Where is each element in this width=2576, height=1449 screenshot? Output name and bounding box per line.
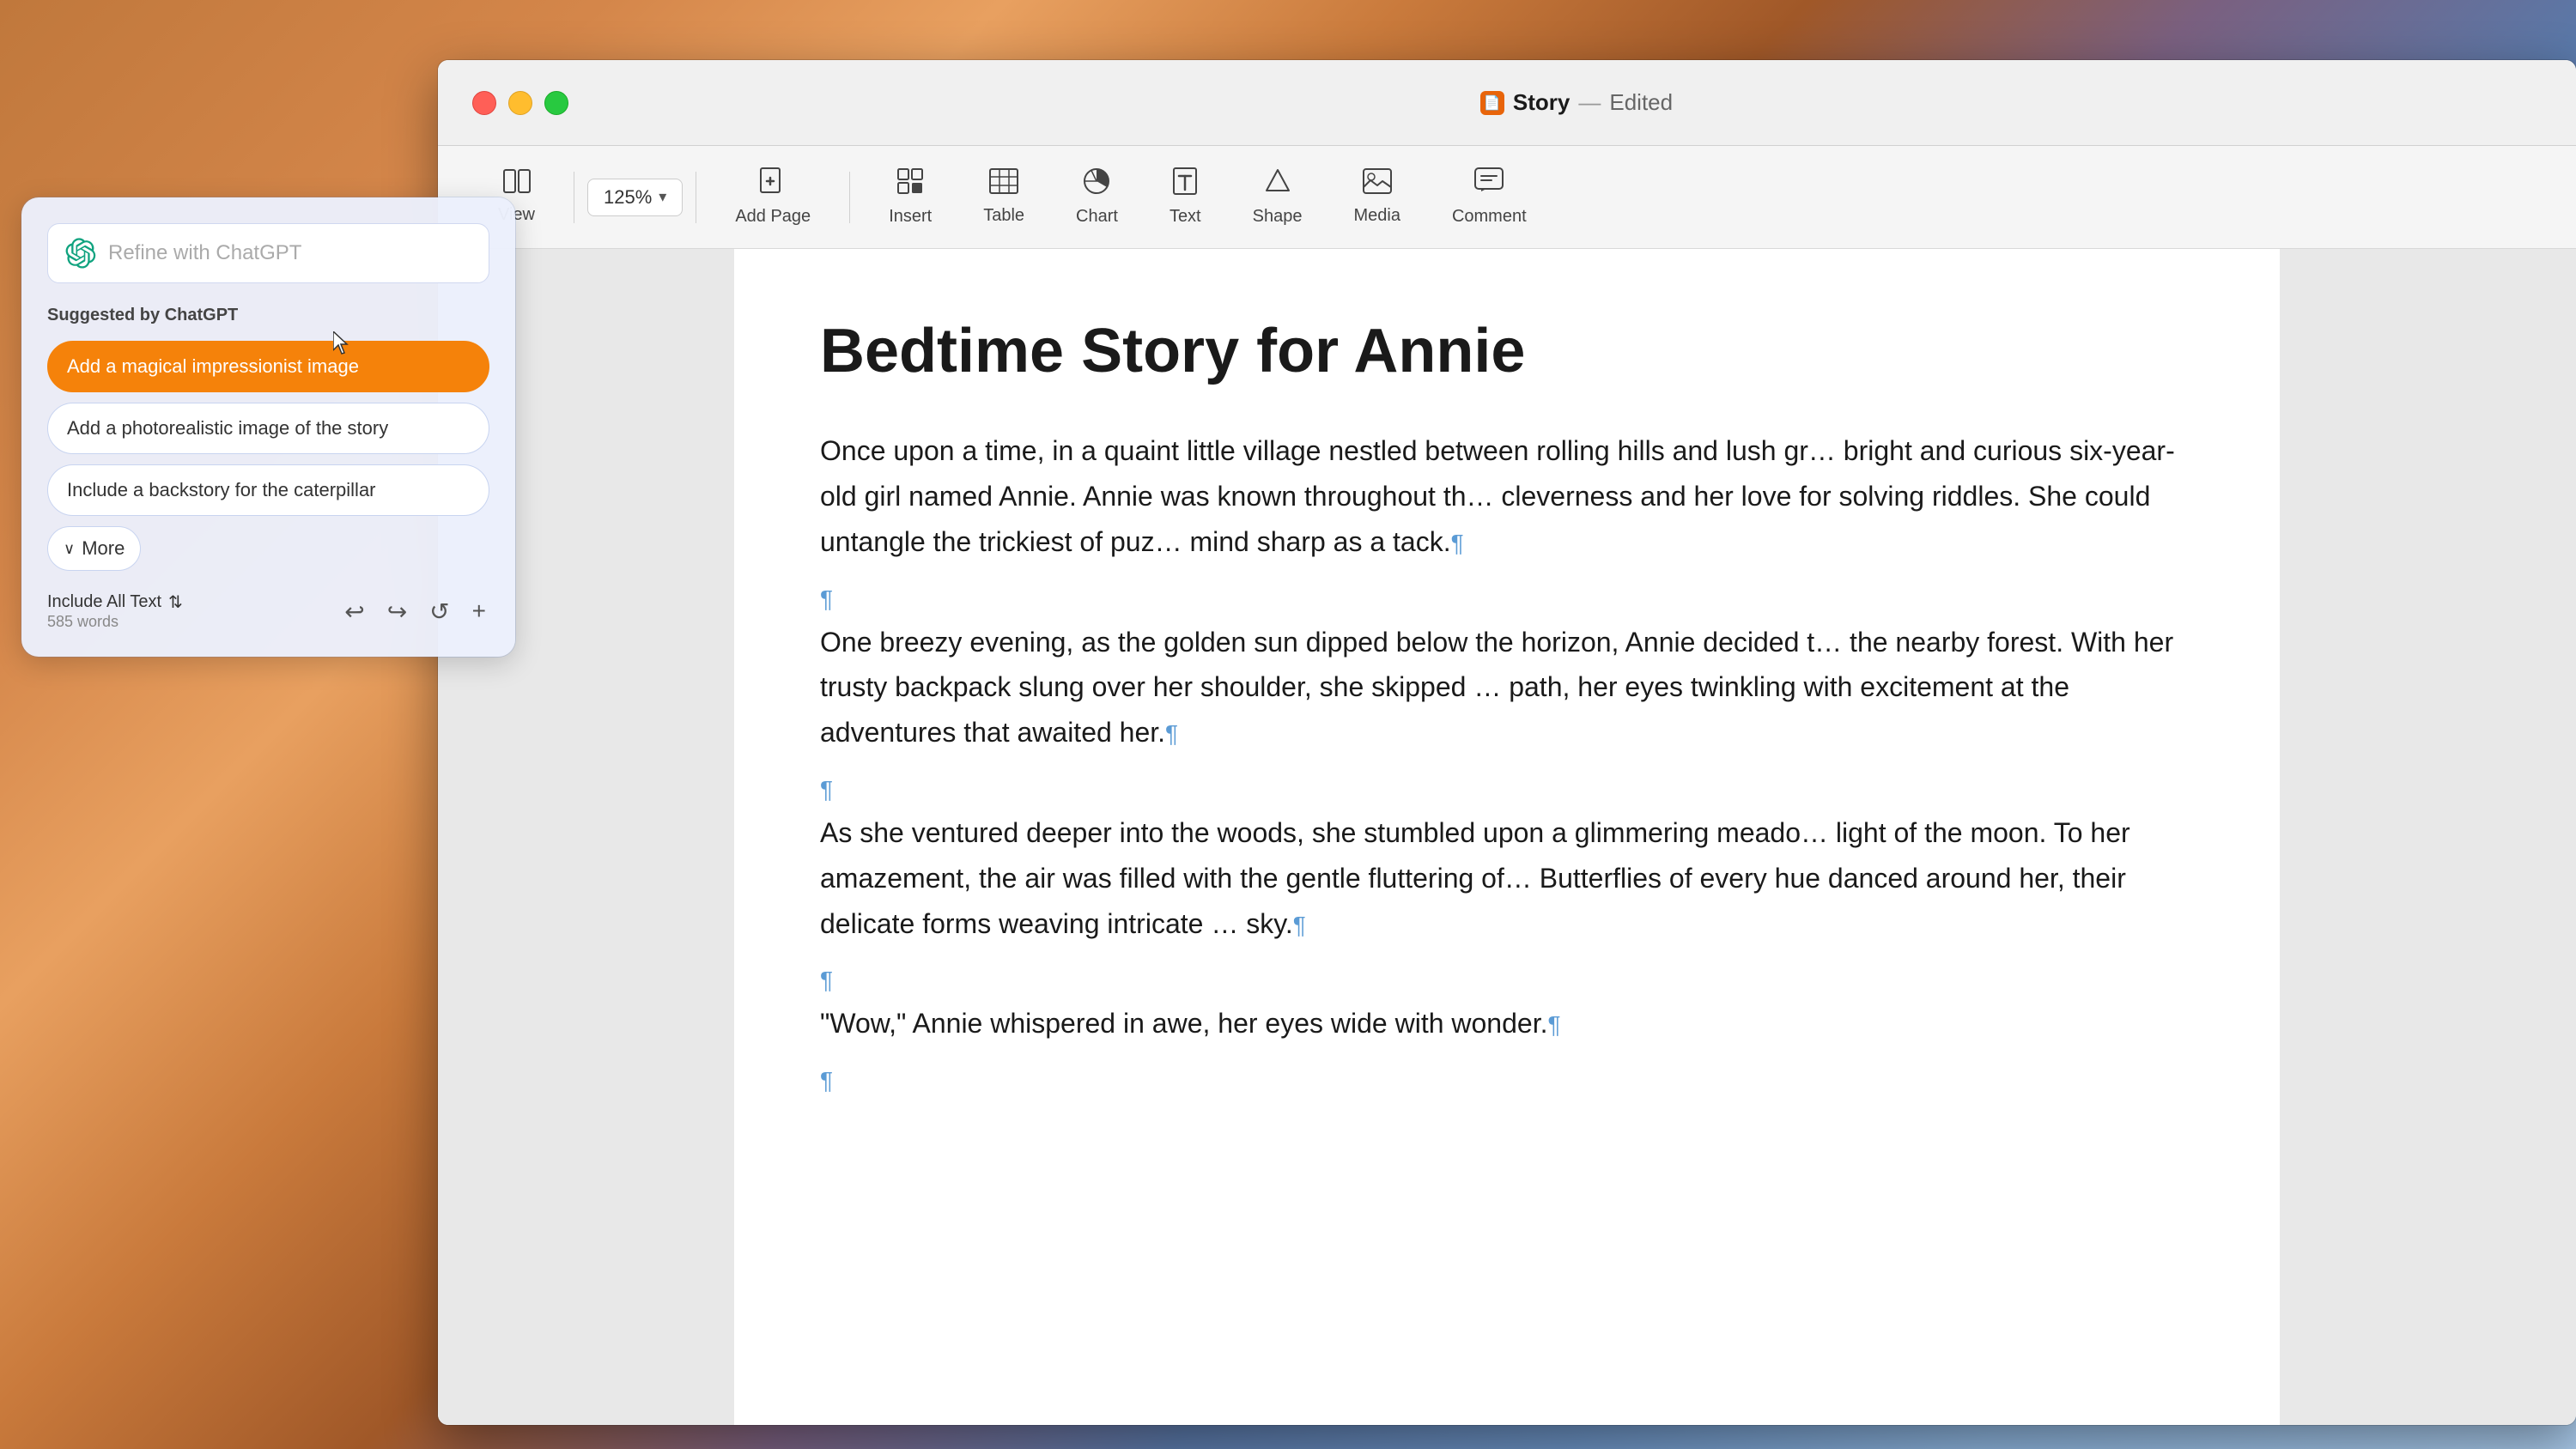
chart-label: Chart [1076,207,1118,227]
chatgpt-input[interactable]: Refine with ChatGPT [108,241,471,265]
more-label: More [82,537,125,560]
suggested-label: Suggested by ChatGPT [47,306,489,325]
toolbar-add-page[interactable]: Add Page [709,161,836,233]
doc-paragraph-4: "Wow," Annie whispered in awe, her eyes … [820,1001,2194,1046]
document-area[interactable]: Bedtime Story for Annie Once upon a time… [438,249,2576,1425]
redo-button[interactable]: ↪ [384,594,410,629]
comment-label: Comment [1452,207,1527,227]
toolbar-table[interactable]: Table [957,161,1050,233]
shape-label: Shape [1253,207,1303,227]
toolbar-insert[interactable]: Insert [863,161,957,233]
shape-icon [1264,167,1291,200]
suggestion-backstory-caterpillar[interactable]: Include a backstory for the caterpillar [47,464,489,516]
title-separator: — [1578,89,1601,116]
zoom-arrow-icon: ▾ [659,188,666,206]
pilcrow-break-1: ¶ [820,585,2194,613]
toolbar-shape[interactable]: Shape [1227,161,1328,233]
chart-icon [1083,167,1110,200]
pilcrow-4: ¶ [1547,1011,1560,1038]
panel-footer: Include All Text ⇅ 585 words ↩ ↪ ↺ + [47,591,489,631]
toolbar: View 125% ▾ Add Page [438,146,2576,249]
refresh-button[interactable]: ↺ [426,594,453,629]
toolbar-divider-3 [849,172,850,223]
pilcrow-break-4: ¶ [820,1067,2194,1094]
add-page-icon [760,167,786,200]
text-label: Text [1170,207,1201,227]
view-icon [503,169,531,198]
minimize-button[interactable] [508,91,532,115]
title-bar: 📄 Story — Edited [438,60,2576,146]
maximize-button[interactable] [544,91,568,115]
edit-status: Edited [1609,89,1673,116]
document-heading: Bedtime Story for Annie [820,318,2194,385]
pilcrow-1: ¶ [1451,530,1464,556]
pilcrow-break-2: ¶ [820,776,2194,803]
media-icon [1363,168,1392,199]
page-canvas: Bedtime Story for Annie Once upon a time… [734,249,2280,1425]
chatgpt-panel: Refine with ChatGPT Suggested by ChatGPT… [21,197,515,657]
include-all-text-label: Include All Text [47,592,161,612]
document-title: Story [1513,89,1570,116]
add-action-button[interactable]: + [469,594,489,628]
insert-label: Insert [889,207,932,227]
pages-window: 📄 Story — Edited View 125% ▾ [438,60,2576,1425]
chatgpt-logo-icon [65,238,96,269]
suggestion-magical-image[interactable]: Add a magical impressionist image [47,341,489,392]
toolbar-comment[interactable]: Comment [1426,161,1552,233]
pages-icon: 📄 [1480,91,1504,115]
add-page-label: Add Page [735,207,811,227]
footer-actions: ↩ ↪ ↺ + [341,594,489,629]
toolbar-chart[interactable]: Chart [1050,161,1144,233]
table-icon [989,168,1018,199]
undo-button[interactable]: ↩ [341,594,368,629]
doc-paragraph-2: One breezy evening, as the golden sun di… [820,620,2194,755]
window-title-center: 📄 Story — Edited [611,89,2542,116]
table-label: Table [983,206,1024,226]
media-label: Media [1353,206,1400,226]
toolbar-text[interactable]: Text [1144,161,1227,233]
pilcrow-break-3: ¶ [820,967,2194,994]
insert-icon [896,167,924,200]
include-all-text-icon: ⇅ [168,591,183,613]
word-count: 585 words [47,613,183,631]
more-chevron-icon: ∨ [64,540,75,558]
include-all-text-btn[interactable]: Include All Text ⇅ [47,591,183,613]
suggestion-photorealistic-image[interactable]: Add a photorealistic image of the story [47,403,489,454]
zoom-control[interactable]: 125% ▾ [587,179,683,216]
close-button[interactable] [472,91,496,115]
comment-icon [1474,167,1504,200]
toolbar-media[interactable]: Media [1327,161,1425,233]
traffic-lights [472,91,568,115]
pilcrow-2: ¶ [1165,720,1178,747]
chatgpt-input-row[interactable]: Refine with ChatGPT [47,223,489,283]
text-icon [1173,167,1197,200]
doc-paragraph-3: As she ventured deeper into the woods, s… [820,810,2194,946]
more-button[interactable]: ∨ More [47,526,141,571]
zoom-value: 125% [604,186,652,209]
footer-left[interactable]: Include All Text ⇅ 585 words [47,591,183,631]
pilcrow-3: ¶ [1293,912,1306,938]
doc-paragraph-1: Once upon a time, in a quaint little vil… [820,428,2194,564]
